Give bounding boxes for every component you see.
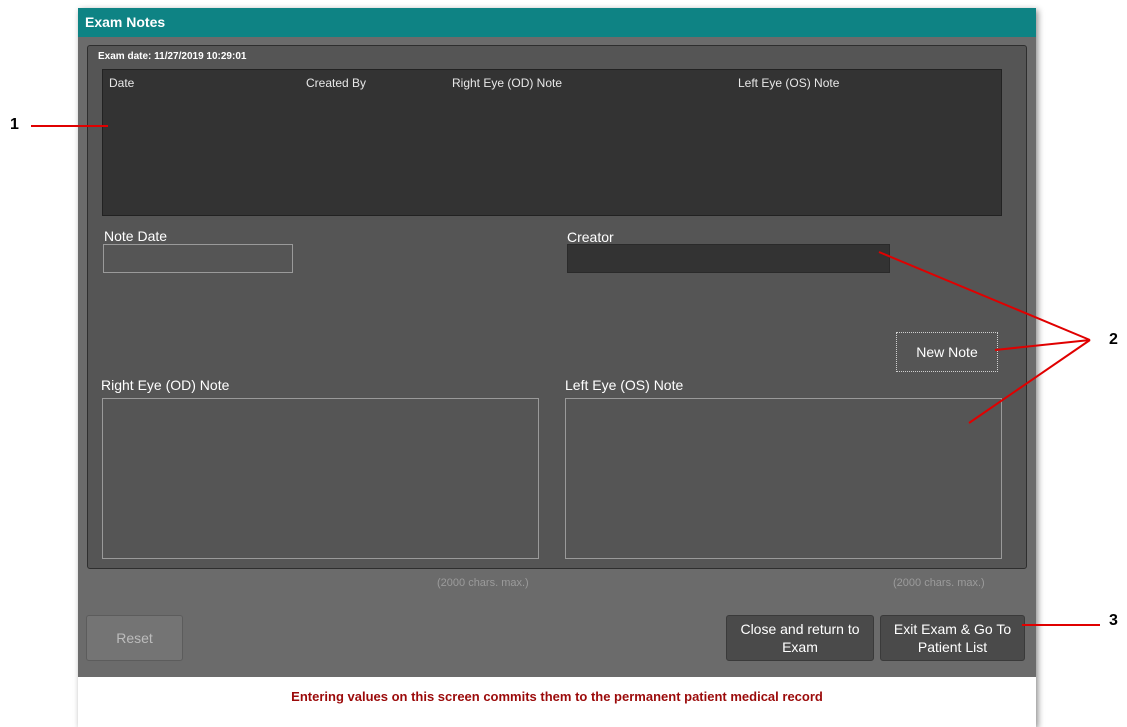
- left-eye-note-textarea[interactable]: [565, 398, 1002, 559]
- footer-warning: Entering values on this screen commits t…: [78, 677, 1036, 727]
- new-note-button[interactable]: New Note: [896, 332, 998, 372]
- exam-notes-window: Exam Notes Exam date: 11/27/2019 10:29:0…: [78, 8, 1036, 727]
- callout-1: 1: [10, 116, 19, 133]
- left-eye-char-limit: (2000 chars. max.): [893, 577, 985, 589]
- window-title: Exam Notes: [78, 8, 1036, 37]
- exit-exam-button[interactable]: Exit Exam & Go To Patient List: [880, 615, 1025, 661]
- reset-button[interactable]: Reset: [86, 615, 183, 661]
- creator-field: [567, 244, 890, 273]
- note-date-field[interactable]: [103, 244, 293, 273]
- callout-2: 2: [1109, 331, 1118, 348]
- right-eye-char-limit: (2000 chars. max.): [437, 577, 529, 589]
- column-header-created-by[interactable]: Created By: [306, 76, 366, 90]
- close-and-return-button[interactable]: Close and return to Exam: [726, 615, 874, 661]
- notes-panel: Exam date: 11/27/2019 10:29:01 Date Crea…: [87, 45, 1027, 569]
- creator-label: Creator: [567, 229, 614, 245]
- callout-3: 3: [1109, 612, 1118, 629]
- notes-table[interactable]: Date Created By Right Eye (OD) Note Left…: [102, 69, 1002, 216]
- exam-date: Exam date: 11/27/2019 10:29:01: [98, 51, 247, 62]
- left-eye-note-label: Left Eye (OS) Note: [565, 377, 684, 393]
- right-eye-note-textarea[interactable]: [102, 398, 539, 559]
- column-header-right-eye-note[interactable]: Right Eye (OD) Note: [452, 76, 562, 90]
- note-date-label: Note Date: [104, 228, 168, 244]
- column-header-left-eye-note[interactable]: Left Eye (OS) Note: [738, 76, 839, 90]
- right-eye-note-label: Right Eye (OD) Note: [101, 377, 230, 393]
- column-header-date[interactable]: Date: [109, 76, 134, 90]
